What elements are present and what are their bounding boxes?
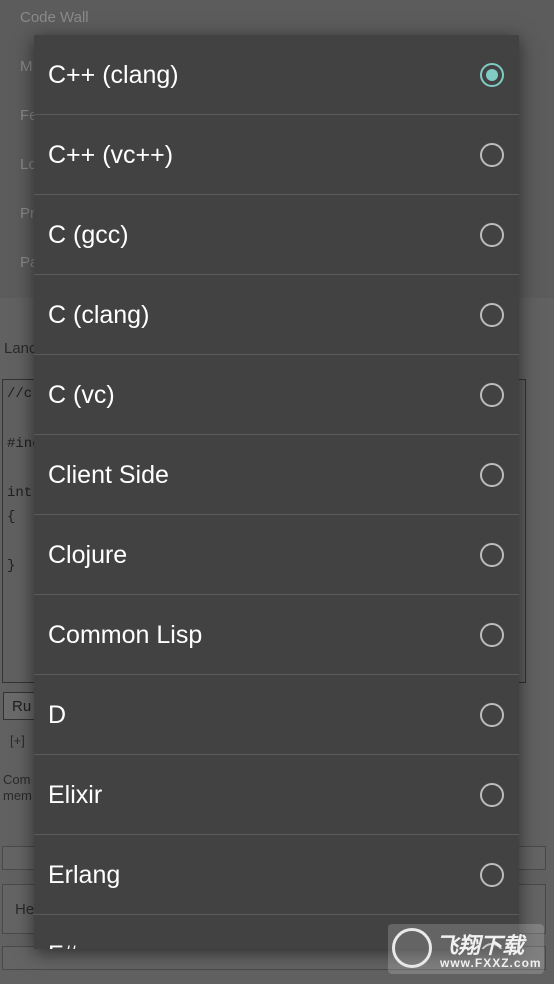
code-line: { <box>7 509 16 525</box>
expand-toggle: [+] <box>10 733 25 748</box>
language-option-elixir[interactable]: Elixir <box>34 755 519 835</box>
radio-unselected-icon[interactable] <box>480 703 504 727</box>
language-label: Lanc <box>4 340 37 357</box>
language-option-c-gcc[interactable]: C (gcc) <box>34 195 519 275</box>
language-option-cpp-clang[interactable]: C++ (clang) <box>34 35 519 115</box>
language-option-c-clang[interactable]: C (clang) <box>34 275 519 355</box>
watermark: 飞翔下载 www.FXXZ.com <box>388 924 544 974</box>
language-option-erlang[interactable]: Erlang <box>34 835 519 915</box>
option-label: C++ (vc++) <box>48 141 174 169</box>
menu-item-code-wall: Code Wall <box>20 9 89 26</box>
radio-unselected-icon[interactable] <box>480 383 504 407</box>
radio-unselected-icon[interactable] <box>480 303 504 327</box>
radio-unselected-icon[interactable] <box>480 463 504 487</box>
option-label: C (gcc) <box>48 221 129 249</box>
radio-unselected-icon[interactable] <box>480 783 504 807</box>
option-label: Elixir <box>48 781 103 809</box>
radio-unselected-icon[interactable] <box>480 223 504 247</box>
language-select-dialog: C++ (clang) C++ (vc++) C (gcc) C (clang)… <box>34 35 519 949</box>
option-label: C++ (clang) <box>48 61 179 89</box>
option-label: Client Side <box>48 461 169 489</box>
watermark-url: www.FXXZ.com <box>440 956 542 970</box>
menu-item: M <box>20 58 33 75</box>
option-label: C (clang) <box>48 301 150 329</box>
option-label: Common Lisp <box>48 621 203 649</box>
option-label: Erlang <box>48 861 121 889</box>
option-label: C (vc) <box>48 381 115 409</box>
radio-selected-icon[interactable] <box>480 63 504 87</box>
watermark-logo-icon <box>392 928 432 968</box>
language-option-client-side[interactable]: Client Side <box>34 435 519 515</box>
language-option-clojure[interactable]: Clojure <box>34 515 519 595</box>
option-label: Clojure <box>48 541 128 569</box>
radio-unselected-icon[interactable] <box>480 143 504 167</box>
menu-item: Pr <box>20 205 35 222</box>
message-input-text: He <box>15 901 35 918</box>
radio-unselected-icon[interactable] <box>480 623 504 647</box>
language-option-common-lisp[interactable]: Common Lisp <box>34 595 519 675</box>
language-option-c-vc[interactable]: C (vc) <box>34 355 519 435</box>
option-label: D <box>48 701 67 729</box>
option-label: F# <box>48 915 77 949</box>
radio-unselected-icon[interactable] <box>480 543 504 567</box>
code-line: } <box>7 558 16 574</box>
language-option-d[interactable]: D <box>34 675 519 755</box>
language-option-cpp-vc[interactable]: C++ (vc++) <box>34 115 519 195</box>
radio-unselected-icon[interactable] <box>480 863 504 887</box>
